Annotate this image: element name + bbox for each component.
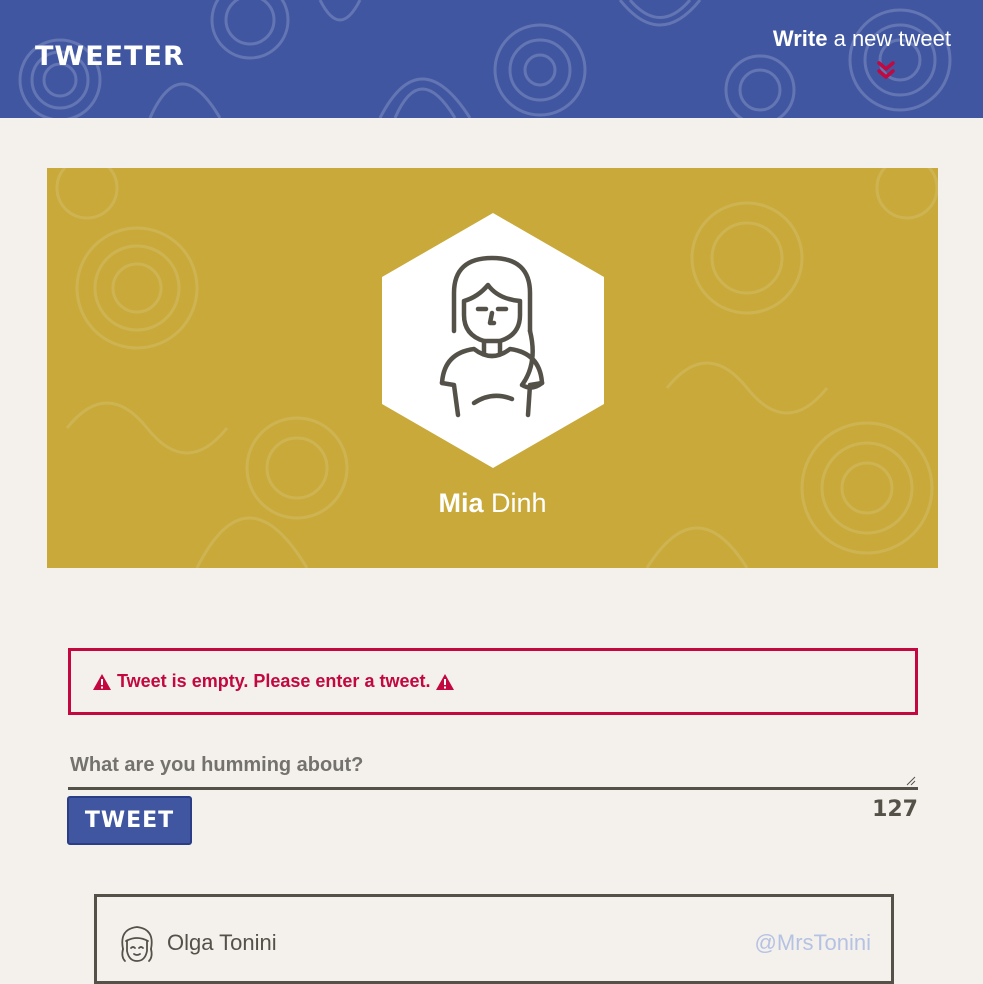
tweet-submit-button[interactable]: TWEET — [67, 796, 192, 845]
tweet-textarea[interactable] — [68, 746, 918, 790]
warning-icon — [93, 673, 111, 690]
warning-icon — [436, 673, 455, 690]
tweet-card: Olga Tonini @MrsTonini — [94, 894, 894, 984]
profile-header: Mia Dinh — [47, 168, 938, 568]
compose-toggle-label: a new tweet — [827, 26, 951, 51]
profile-last-name: Dinh — [483, 488, 547, 518]
error-message: Tweet is empty. Please enter a tweet. — [68, 648, 918, 715]
write-new-tweet-toggle[interactable]: Write a new tweet — [773, 26, 951, 52]
profile-name: Mia Dinh — [47, 488, 938, 519]
textarea-resize-grip[interactable] — [906, 776, 916, 786]
profile-first-name: Mia — [438, 488, 484, 518]
double-chevron-down-icon[interactable] — [875, 60, 897, 82]
character-counter: 127 — [872, 797, 918, 822]
tweet-user-name[interactable]: Olga Tonini — [167, 930, 277, 956]
error-text: Tweet is empty. Please enter a tweet. — [117, 671, 431, 691]
profile-avatar — [382, 213, 604, 468]
brand-logo[interactable]: TWEETER — [35, 41, 185, 72]
compose-toggle-strong: Write — [772, 26, 828, 51]
tweet-user-handle[interactable]: @MrsTonini — [755, 930, 871, 956]
top-nav: TWEETER Write a new tweet — [0, 0, 983, 118]
user-avatar-icon — [121, 926, 153, 962]
